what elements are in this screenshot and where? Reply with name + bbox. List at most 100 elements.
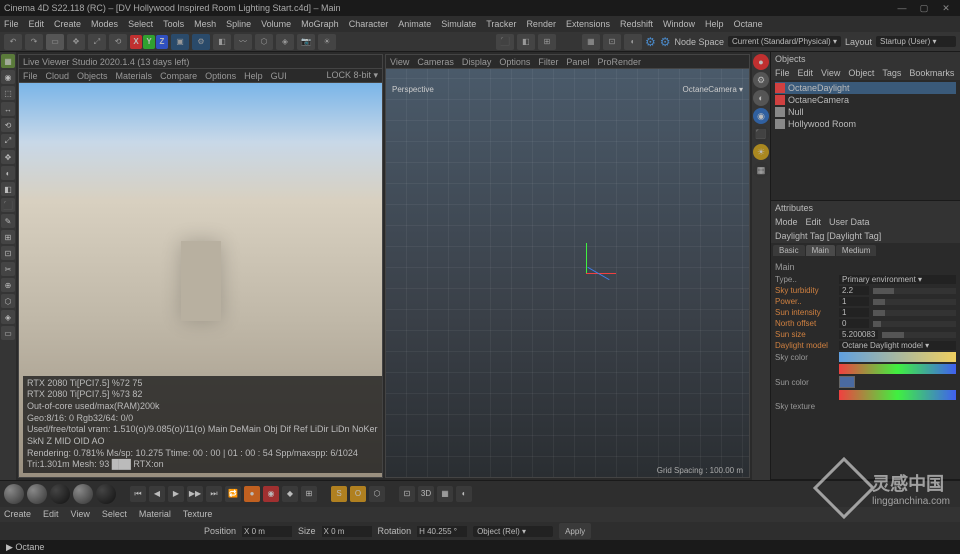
cube-primitive-button[interactable]: ◧ <box>213 34 231 50</box>
attr-slider[interactable] <box>873 321 956 327</box>
attr-menu-mode[interactable]: Mode <box>775 217 798 227</box>
attr-value-input[interactable]: 1 <box>839 297 869 306</box>
viewport-camera[interactable]: OctaneCamera ▾ <box>683 85 743 94</box>
attr-tab-main[interactable]: Main <box>806 245 835 256</box>
obj-menu-tags[interactable]: Tags <box>882 68 901 78</box>
vp-menu-cameras[interactable]: Cameras <box>417 57 454 67</box>
tool-a[interactable]: ▦ <box>582 34 600 50</box>
light-button[interactable]: ☀ <box>318 34 336 50</box>
mode-button-5[interactable]: ⤢ <box>1 134 15 148</box>
mat-menu-texture[interactable]: Texture <box>183 509 213 519</box>
attr-dropdown[interactable]: Primary environment ▾ <box>839 275 956 284</box>
rot-h-input[interactable] <box>417 526 467 537</box>
tl-autokey-button[interactable]: ◉ <box>263 486 279 502</box>
misc-button[interactable]: ▦ <box>437 486 453 502</box>
misc-button[interactable]: ⊡ <box>399 486 415 502</box>
obj-menu-file[interactable]: File <box>775 68 790 78</box>
node-space-dropdown[interactable]: Current (Standard/Physical) ▾ <box>728 36 841 47</box>
maximize-button[interactable]: ▢ <box>914 1 934 15</box>
attr-menu-edit[interactable]: Edit <box>806 217 822 227</box>
octane-tex-button[interactable]: ▦ <box>753 162 769 178</box>
tl-start-button[interactable]: ⏮ <box>130 486 146 502</box>
settings-gear2-icon[interactable]: ⚙ <box>660 35 671 49</box>
tl-key-button[interactable]: ◆ <box>282 486 298 502</box>
lv-menu-options[interactable]: Options <box>205 71 236 81</box>
size-x-input[interactable] <box>322 526 372 537</box>
menu-window[interactable]: Window <box>663 19 695 29</box>
octane-o-button[interactable]: O <box>350 486 366 502</box>
attr-slider[interactable] <box>873 310 956 316</box>
lv-menu-materials[interactable]: Materials <box>116 71 153 81</box>
menu-animate[interactable]: Animate <box>398 19 431 29</box>
lv-menu-gui[interactable]: GUI <box>271 71 287 81</box>
mode-button-13[interactable]: ✂ <box>1 262 15 276</box>
mat-menu-edit[interactable]: Edit <box>43 509 59 519</box>
mat-menu-material[interactable]: Material <box>139 509 171 519</box>
camera-button[interactable]: 📷 <box>297 34 315 50</box>
material-ball[interactable] <box>96 484 116 504</box>
attr-slider[interactable] <box>873 288 956 294</box>
mode-button-8[interactable]: ◧ <box>1 182 15 196</box>
transform-gizmo[interactable] <box>556 243 616 303</box>
axis-y[interactable]: Y <box>143 35 155 49</box>
material-ball[interactable] <box>50 484 70 504</box>
move-tool-button[interactable]: ✥ <box>67 34 85 50</box>
live-viewer-viewport[interactable]: RTX 2080 Ti[PCI7.5] %72 75 RTX 2080 Ti[P… <box>19 83 382 477</box>
lv-menu-objects[interactable]: Objects <box>77 71 108 81</box>
lv-menu-file[interactable]: File <box>23 71 38 81</box>
settings-gear-icon[interactable]: ⚙ <box>645 35 656 49</box>
attr-menu-user data[interactable]: User Data <box>829 217 870 227</box>
scale-tool-button[interactable]: ⤢ <box>88 34 106 50</box>
mode-button-3[interactable]: ↔ <box>1 102 15 116</box>
tl-play-button[interactable]: ▶ <box>168 486 184 502</box>
lv-menu-cloud[interactable]: Cloud <box>46 71 70 81</box>
attr-tab-basic[interactable]: Basic <box>773 245 805 256</box>
mode-button-15[interactable]: ⬡ <box>1 294 15 308</box>
material-ball[interactable] <box>27 484 47 504</box>
menu-tools[interactable]: Tools <box>163 19 184 29</box>
menu-volume[interactable]: Volume <box>261 19 291 29</box>
tl-opt-button[interactable]: ⊞ <box>301 486 317 502</box>
octane-n-button[interactable]: ⬡ <box>369 486 385 502</box>
menu-mograph[interactable]: MoGraph <box>301 19 339 29</box>
mat-menu-create[interactable]: Create <box>4 509 31 519</box>
mode-button-17[interactable]: ▭ <box>1 326 15 340</box>
mode-button-10[interactable]: ✎ <box>1 214 15 228</box>
vp-menu-panel[interactable]: Panel <box>566 57 589 67</box>
object-row[interactable]: OctaneDaylight <box>775 82 956 94</box>
attr-value-input[interactable]: 2.2 <box>839 286 869 295</box>
mode-button-16[interactable]: ◈ <box>1 310 15 324</box>
attr-dropdown[interactable]: Octane Daylight model ▾ <box>839 341 956 350</box>
axis-x[interactable]: X <box>130 35 142 49</box>
vp-layout-3[interactable]: ⊞ <box>538 34 556 50</box>
attr-slider[interactable] <box>873 299 956 305</box>
vp-menu-options[interactable]: Options <box>499 57 530 67</box>
mat-menu-view[interactable]: View <box>71 509 90 519</box>
obj-menu-view[interactable]: View <box>821 68 840 78</box>
obj-menu-edit[interactable]: Edit <box>798 68 814 78</box>
rgb-sliders[interactable] <box>839 390 956 400</box>
octane-denoiser-button[interactable]: ◉ <box>753 108 769 124</box>
menu-edit[interactable]: Edit <box>29 19 45 29</box>
menu-create[interactable]: Create <box>54 19 81 29</box>
material-ball[interactable] <box>4 484 24 504</box>
render-view-button[interactable]: ▣ <box>171 34 189 50</box>
vp-menu-filter[interactable]: Filter <box>538 57 558 67</box>
gradient-bar[interactable] <box>839 352 956 362</box>
layout-dropdown[interactable]: Startup (User) ▾ <box>876 36 956 47</box>
render-settings-button[interactable]: ⚙ <box>192 34 210 50</box>
vp-menu-prorender[interactable]: ProRender <box>597 57 641 67</box>
menu-file[interactable]: File <box>4 19 19 29</box>
obj-menu-bookmarks[interactable]: Bookmarks <box>909 68 954 78</box>
octane-settings-button[interactable]: ⚙ <box>753 72 769 88</box>
attr-slider[interactable] <box>882 332 956 338</box>
octane-sun-button[interactable]: ☀ <box>753 144 769 160</box>
misc-button[interactable]: ◐ <box>456 486 472 502</box>
mode-button-9[interactable]: ⬛ <box>1 198 15 212</box>
rgb-sliders[interactable] <box>839 364 956 374</box>
object-row[interactable]: Null <box>775 106 956 118</box>
menu-octane[interactable]: Octane <box>734 19 763 29</box>
tl-prev-button[interactable]: ◀ <box>149 486 165 502</box>
menu-character[interactable]: Character <box>349 19 389 29</box>
undo-button[interactable]: ↶ <box>4 34 22 50</box>
